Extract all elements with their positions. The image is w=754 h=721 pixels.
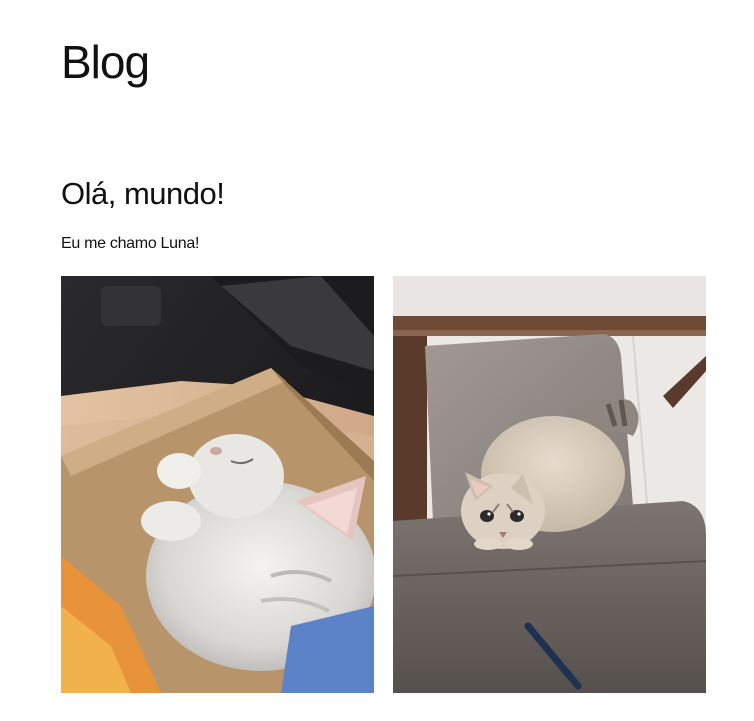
post-text: Eu me chamo Luna! bbox=[61, 235, 200, 252]
image-gallery bbox=[61, 276, 706, 693]
kitten-in-box-photo[interactable] bbox=[61, 276, 374, 693]
site-title[interactable]: Blog bbox=[61, 32, 150, 92]
post-title: Olá, mundo! bbox=[61, 176, 225, 211]
cat-on-chair-photo[interactable] bbox=[393, 276, 706, 693]
